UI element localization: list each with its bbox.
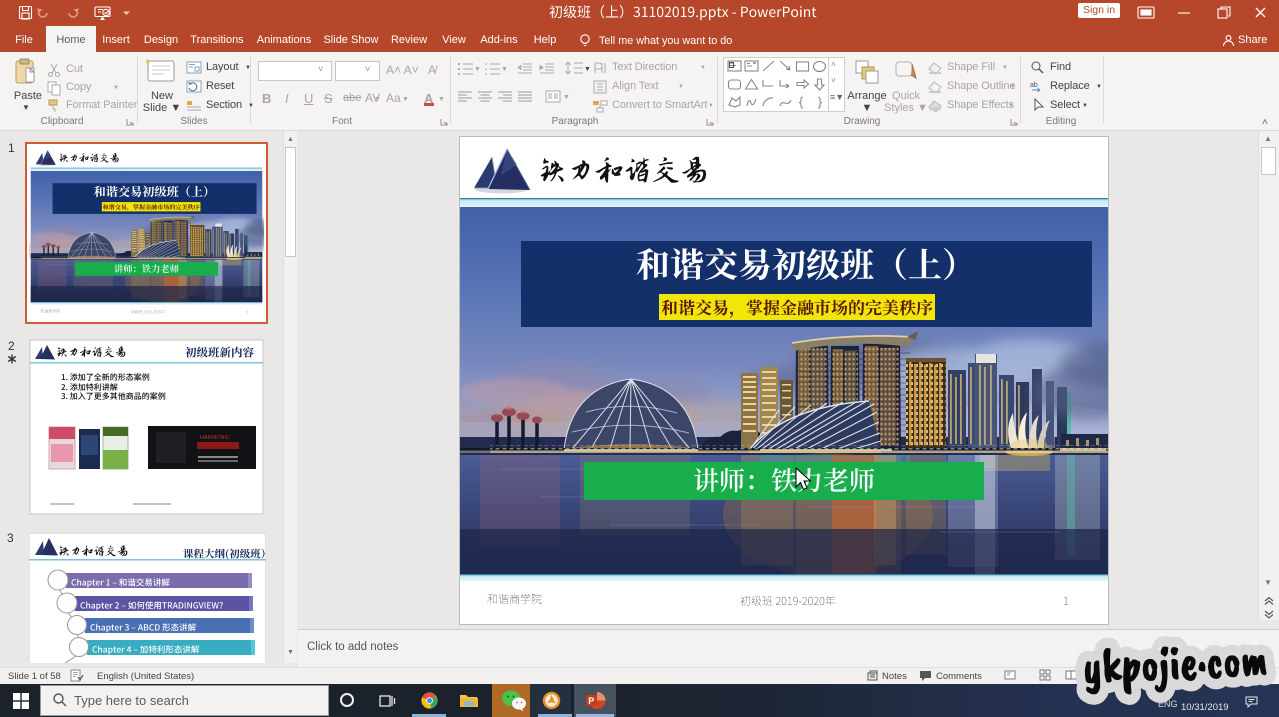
svg-text:HARMONIC: HARMONIC <box>200 435 230 441</box>
svg-text:P: P <box>588 696 594 706</box>
